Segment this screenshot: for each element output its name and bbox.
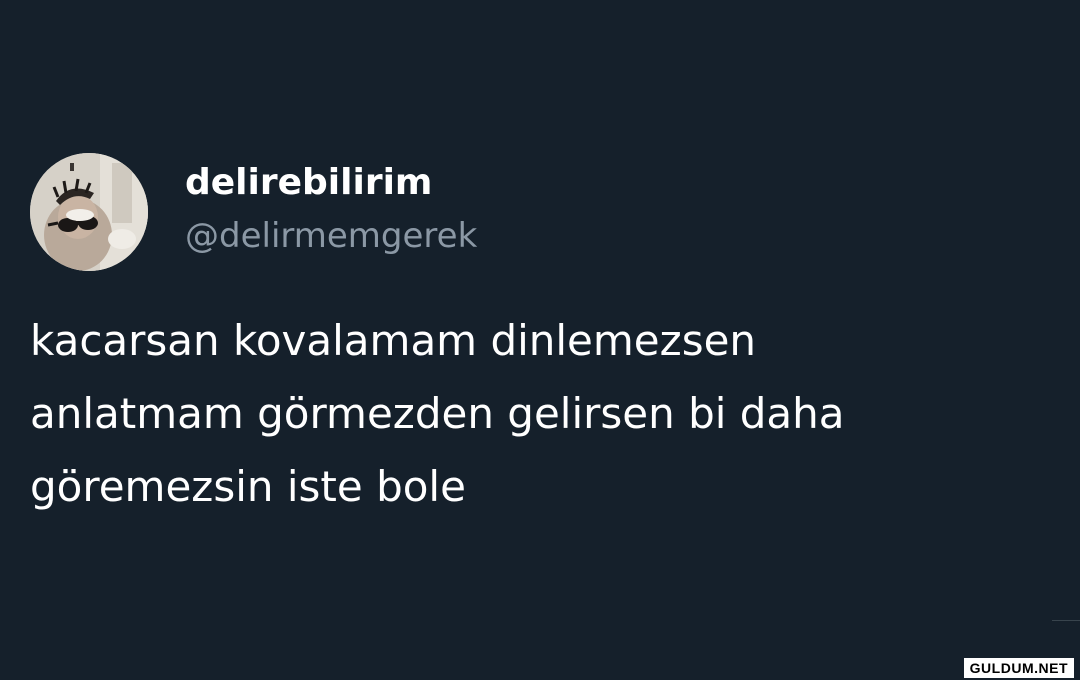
divider <box>1052 620 1080 621</box>
avatar[interactable] <box>30 153 148 271</box>
display-name[interactable]: delirebilirim <box>185 158 432 208</box>
tweet-text-line: kacarsan kovalamam dinlemezsen <box>30 316 757 365</box>
tweet-card: delirebilirim @delirmemgerek kacarsan ko… <box>0 0 1080 680</box>
tweet-text-line: anlatmam görmezden gelirsen bi daha <box>30 389 845 438</box>
user-handle[interactable]: @delirmemgerek <box>185 212 477 260</box>
watermark: GULDUM.NET <box>963 658 1074 678</box>
tweet-text: kacarsan kovalamam dinlemezsen anlatmam … <box>30 304 1030 523</box>
profile-photo-icon <box>30 153 148 271</box>
tweet-text-line: göremezsin iste bole <box>30 462 466 511</box>
